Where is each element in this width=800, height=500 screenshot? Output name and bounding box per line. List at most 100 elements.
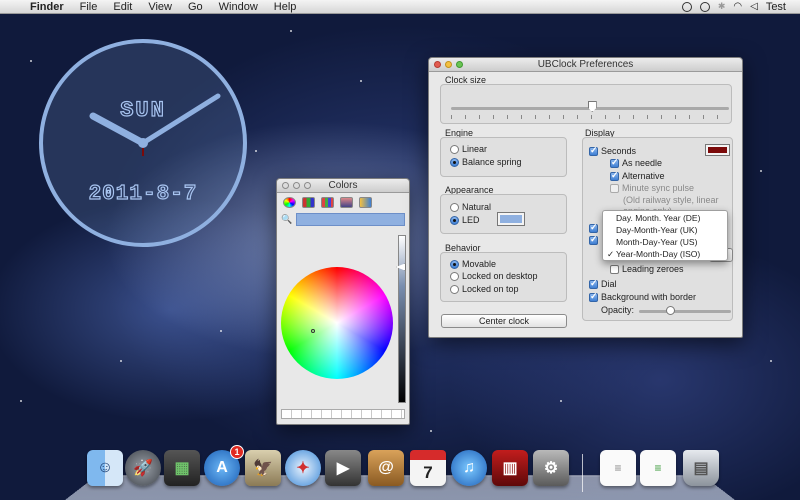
close-button[interactable] — [282, 182, 289, 189]
colors-titlebar[interactable]: Colors — [277, 179, 409, 193]
user-menu[interactable]: Test — [766, 1, 786, 13]
appearance-option-natural[interactable]: Natural — [450, 202, 491, 212]
swatch-strip[interactable] — [281, 409, 405, 419]
date-format-option[interactable] — [589, 234, 598, 245]
ubclock-widget[interactable]: SUN 2011-8-7 — [38, 38, 248, 248]
ubclock-status-icon[interactable] — [681, 1, 692, 12]
menu-edit[interactable]: Edit — [105, 1, 140, 13]
calendar-icon[interactable]: 7 — [410, 450, 446, 486]
crayons-tab-icon[interactable] — [359, 197, 372, 208]
center-clock-button[interactable]: Center clock — [441, 314, 567, 328]
date-checkbox[interactable] — [589, 222, 598, 233]
menu-file[interactable]: File — [72, 1, 106, 13]
menu-app-name[interactable]: Finder — [26, 1, 72, 13]
color-wheel-tab-icon[interactable] — [283, 197, 296, 208]
background-border-checkbox[interactable] — [589, 291, 598, 302]
safari-icon[interactable]: ✦ — [285, 450, 321, 486]
menu-view[interactable]: View — [140, 1, 180, 13]
prefs-title: UBClock Preferences — [537, 59, 634, 70]
zoom-button[interactable] — [304, 182, 311, 189]
menu-window[interactable]: Window — [211, 1, 266, 13]
minimize-button[interactable] — [293, 182, 300, 189]
brightness-slider[interactable] — [398, 235, 406, 403]
seconds-checkbox[interactable] — [589, 145, 598, 156]
wifi-icon[interactable]: ◠ — [733, 1, 742, 12]
seconds-option[interactable]: Seconds — [589, 145, 636, 156]
dock: ☺ 🚀 ▦ A1 🦅 ✦ ▶ @ 7 ♫ ▥ ⚙ ≡ ≡ ▤ — [65, 445, 735, 500]
facetime-icon[interactable]: ▶ — [325, 450, 361, 486]
close-button[interactable] — [434, 61, 441, 68]
finder-icon[interactable]: ☺ — [87, 450, 123, 486]
date-format-item-us[interactable]: Month-Day-Year (US) — [603, 236, 727, 248]
menu-help[interactable]: Help — [266, 1, 305, 13]
as-needle-option[interactable]: As needle — [610, 157, 662, 168]
date-format-item-de[interactable]: Day. Month. Year (DE) — [603, 212, 727, 224]
itunes-icon[interactable]: ♫ — [451, 450, 487, 486]
led-color-swatch — [500, 215, 522, 223]
trash-icon[interactable]: ▤ — [683, 450, 719, 486]
app-store-badge: 1 — [230, 445, 244, 459]
engine-option-balance-spring[interactable]: Balance spring — [450, 157, 522, 167]
magnifier-icon[interactable]: 🔍 — [281, 214, 292, 225]
app-store-icon[interactable]: A1 — [204, 445, 244, 486]
image-palettes-tab-icon[interactable] — [340, 197, 353, 208]
preview-icon[interactable]: 🦅 — [245, 450, 281, 486]
photo-browser-icon[interactable]: ▦ — [164, 450, 200, 486]
background-border-option[interactable]: Background with border — [589, 291, 696, 302]
color-wheel[interactable] — [281, 267, 393, 379]
selected-color-well[interactable] — [296, 213, 405, 226]
leading-zeroes-option[interactable]: Leading zeroes — [610, 264, 684, 274]
volume-icon[interactable]: ◁ — [750, 1, 758, 12]
system-preferences-icon[interactable]: ⚙ — [533, 450, 569, 486]
zoom-button[interactable] — [456, 61, 463, 68]
dial-checkbox[interactable] — [589, 278, 598, 289]
color-palettes-tab-icon[interactable] — [321, 197, 334, 208]
minute-sync-option[interactable]: Minute sync pulse — [610, 183, 694, 193]
opacity-slider[interactable] — [639, 310, 731, 313]
seconds-color-well[interactable] — [705, 144, 730, 156]
time-machine-icon[interactable] — [699, 1, 710, 12]
radio-natural[interactable] — [450, 202, 459, 212]
address-book-icon[interactable]: @ — [368, 450, 404, 486]
clock-size-label: Clock size — [445, 75, 487, 85]
opacity-label: Opacity: — [601, 305, 635, 315]
color-sliders-tab-icon[interactable] — [302, 197, 315, 208]
date-option[interactable] — [589, 222, 598, 233]
radio-locked-top[interactable] — [450, 284, 459, 294]
behavior-option-locked-desktop[interactable]: Locked on desktop — [450, 271, 538, 281]
photo-booth-icon[interactable]: ▥ — [492, 450, 528, 486]
behavior-option-locked-top[interactable]: Locked on top — [450, 284, 519, 294]
document-icon[interactable]: ≡ — [600, 450, 636, 486]
led-color-well[interactable] — [497, 212, 525, 226]
minute-sync-checkbox[interactable] — [610, 183, 619, 193]
appearance-option-led[interactable]: LED — [450, 215, 480, 225]
radio-balance-spring[interactable] — [450, 157, 459, 167]
alternative-checkbox[interactable] — [610, 170, 619, 181]
radio-led[interactable] — [450, 215, 459, 225]
dial-option[interactable]: Dial — [589, 278, 617, 289]
ubclock-preferences-window: UBClock Preferences Clock size Engine Li… — [428, 57, 743, 338]
engine-option-linear[interactable]: Linear — [450, 144, 487, 154]
clock-size-ticks — [451, 115, 729, 119]
colors-panel: Colors 🔍 — [276, 178, 410, 425]
leading-zeroes-checkbox[interactable] — [610, 264, 619, 274]
menu-bar: Finder File Edit View Go Window Help ✱ ◠… — [0, 0, 800, 14]
radio-movable[interactable] — [450, 259, 459, 269]
as-needle-checkbox[interactable] — [610, 157, 619, 168]
radio-locked-desktop[interactable] — [450, 271, 459, 281]
menu-go[interactable]: Go — [180, 1, 211, 13]
date-format-checkbox[interactable] — [589, 234, 598, 245]
clock-date-label: 2011-8-7 — [89, 183, 198, 206]
prefs-titlebar[interactable]: UBClock Preferences — [429, 58, 742, 72]
minimize-button[interactable] — [445, 61, 452, 68]
behavior-option-movable[interactable]: Movable — [450, 259, 496, 269]
launchpad-icon[interactable]: 🚀 — [125, 450, 161, 486]
radio-linear[interactable] — [450, 144, 459, 154]
date-format-item-uk[interactable]: Day-Month-Year (UK) — [603, 224, 727, 236]
document-icon[interactable]: ≡ — [640, 450, 676, 486]
calendar-day: 7 — [423, 462, 433, 482]
alternative-option[interactable]: Alternative — [610, 170, 665, 181]
bluetooth-icon[interactable]: ✱ — [718, 1, 726, 12]
color-wheel-cursor[interactable] — [311, 329, 315, 333]
date-format-item-iso[interactable]: ✓ Year-Month-Day (ISO) — [603, 248, 727, 260]
